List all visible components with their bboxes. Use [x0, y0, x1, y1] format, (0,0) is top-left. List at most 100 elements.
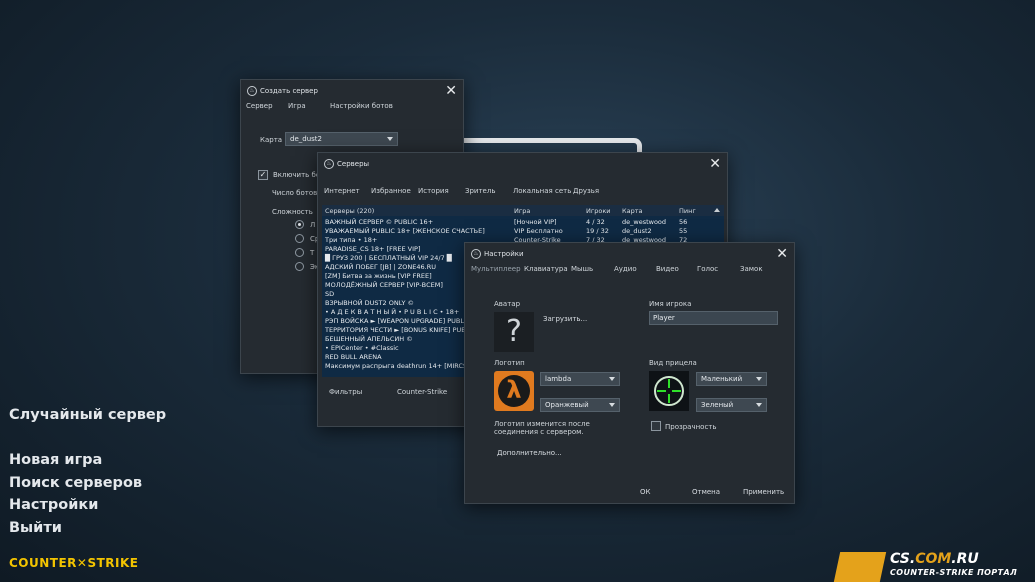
server-cell-name: • EPICenter • #Classic [325, 344, 399, 352]
ok-button[interactable]: ОК [640, 488, 650, 496]
upload-avatar-button[interactable]: Загрузить... [543, 315, 587, 323]
cancel-button[interactable]: Отмена [692, 488, 720, 496]
server-row[interactable]: УВАЖАЕМЫЙ PUBLIC 18+ [ЖЕНСКОЕ СЧАСТЬЕ] VI… [322, 227, 724, 236]
menu-settings[interactable]: Настройки [9, 497, 98, 513]
menu-find-servers[interactable]: Поиск серверов [9, 475, 142, 491]
tab-favorites[interactable]: Избранное [371, 187, 411, 195]
crosshair-size-select[interactable]: Маленький [696, 372, 767, 386]
player-name-input[interactable]: Player [649, 311, 778, 325]
crosshair-line [668, 379, 670, 388]
column-header-ping[interactable]: Пинг [679, 207, 696, 215]
difficulty-radio-easy[interactable] [295, 220, 304, 229]
crosshair-line [668, 394, 670, 403]
crosshair-size-value: Маленький [701, 375, 743, 383]
player-name-label: Имя игрока [649, 300, 692, 308]
settings-titlebar[interactable]: ♨ Настройки ✕ [465, 243, 794, 267]
difficulty-radio-expert[interactable] [295, 262, 304, 271]
chevron-down-icon [609, 377, 615, 381]
difficulty-radio-label: Т [310, 249, 315, 257]
server-cell-name: ТЕРРИТОРИЯ ЧЕСТИ ► [BONUS KNIFE] PUBL [325, 326, 470, 334]
difficulty-radio-hard[interactable] [295, 248, 304, 257]
logo-color-select-value: Оранжевый [545, 401, 589, 409]
tab-lan[interactable]: Локальная сеть [513, 187, 571, 195]
tab-video[interactable]: Видео [656, 265, 679, 273]
steam-icon: ♨ [324, 159, 334, 169]
tab-keyboard[interactable]: Клавиатура [524, 265, 568, 273]
column-header-servers[interactable]: Серверы (220) [325, 207, 374, 215]
logo-label: Логотип [494, 359, 525, 367]
decorative-line [462, 138, 642, 152]
tab-multiplayer[interactable]: Мультиплеер [471, 265, 521, 273]
brand-prefix: CS. [890, 551, 916, 567]
server-row[interactable]: ВАЖНЫЙ СЕРВЕР © PUBLIC 16+ [Ночной VIP] 4 … [322, 218, 724, 227]
tab-history[interactable]: История [418, 187, 449, 195]
crosshair-preview [649, 371, 689, 411]
tab-audio[interactable]: Аудио [614, 265, 637, 273]
logo-color-select[interactable]: Оранжевый [540, 398, 620, 412]
server-cell-name: RED BULL ARENA [325, 353, 382, 361]
transparency-checkbox[interactable] [651, 421, 661, 431]
difficulty-radio-normal[interactable] [295, 234, 304, 243]
tab-spectate[interactable]: Зритель [465, 187, 495, 195]
map-select-value: de_dust2 [290, 135, 322, 143]
avatar: ? [494, 312, 534, 352]
tab-bot-settings[interactable]: Настройки ботов [330, 102, 393, 110]
tab-lock[interactable]: Замок [740, 265, 763, 273]
settings-tabs: Мультиплеер Клавиатура Мышь Аудио Видео … [465, 265, 796, 277]
crosshair-line [657, 390, 666, 392]
server-cell-players: 19 / 32 [586, 227, 609, 235]
menu-random-server[interactable]: Случайный сервер [9, 407, 166, 423]
steam-icon: ♨ [471, 249, 481, 259]
advanced-button[interactable]: Дополнительно... [497, 449, 562, 457]
server-cell-name: АДСКИЙ ПОБЕГ [JB] | ZONE46.RU [325, 263, 436, 271]
server-cell-game: [Ночной VIP] [514, 218, 557, 226]
tab-mouse[interactable]: Мышь [571, 265, 593, 273]
avatar-label: Аватар [494, 300, 521, 308]
logo-note: Логотип изменится после соединения с сер… [494, 420, 590, 436]
apply-button[interactable]: Применить [743, 488, 784, 496]
brand-subtitle: COUNTER-STRIKE ПОРТАЛ [890, 568, 1018, 577]
server-cell-map: de_dust2 [622, 227, 652, 235]
logo-select-value: lambda [545, 375, 572, 383]
tab-internet[interactable]: Интернет [324, 187, 360, 195]
crosshair-label: Вид прицела [649, 359, 697, 367]
close-icon[interactable]: ✕ [776, 246, 788, 262]
server-cell-game: VIP Бесплатно [514, 227, 563, 235]
servers-titlebar[interactable]: ♨ Серверы ✕ [318, 153, 727, 177]
menu-exit[interactable]: Выйти [9, 520, 62, 536]
server-cell-ping: 55 [679, 227, 688, 235]
enable-bots-checkbox[interactable]: ✓ [258, 170, 268, 180]
create-server-titlebar[interactable]: ♨ Создать сервер ✕ [241, 80, 463, 104]
server-cell-name: Три типа • 18+ [325, 236, 378, 244]
settings-title: Настройки [484, 250, 524, 258]
chevron-down-icon [387, 137, 393, 141]
column-header-map[interactable]: Карта [622, 207, 643, 215]
logo-select[interactable]: lambda [540, 372, 620, 386]
menu-new-game[interactable]: Новая игра [9, 452, 102, 468]
filters-button[interactable]: Фильтры [329, 388, 362, 396]
crosshair-color-select[interactable]: Зеленый [696, 398, 767, 412]
tab-voice[interactable]: Голос [697, 265, 718, 273]
chevron-down-icon [756, 403, 762, 407]
brand-badge-icon [833, 552, 887, 582]
column-header-game[interactable]: Игра [514, 207, 530, 215]
tab-server[interactable]: Сервер [246, 102, 273, 110]
crosshair-line [672, 390, 681, 392]
server-cell-name: РЭП ВОЙСКА ► [WEAPON UPGRADE] PUBLIC [325, 317, 471, 325]
server-cell-name: [ZM] Битва за жизнь [VIP FREE] [325, 272, 432, 280]
close-icon[interactable]: ✕ [445, 83, 457, 99]
column-header-players[interactable]: Игроки [586, 207, 611, 215]
scroll-up-icon[interactable] [714, 208, 720, 212]
server-cell-name: • А Д Е К В А Т Н Ы Й • P U B L I C • 18… [325, 308, 460, 316]
difficulty-radio-label: Л [310, 221, 316, 229]
steam-icon: ♨ [247, 86, 257, 96]
map-select[interactable]: de_dust2 [285, 132, 398, 146]
create-server-title: Создать сервер [260, 87, 318, 95]
chevron-down-icon [609, 403, 615, 407]
close-icon[interactable]: ✕ [709, 156, 721, 172]
tab-game[interactable]: Игра [288, 102, 306, 110]
settings-window: ♨ Настройки ✕ Мультиплеер Клавиатура Мыш… [464, 242, 795, 504]
server-cell-name: PARADISE_CS 18+ [FREE VIP] [325, 245, 421, 253]
servers-tabs: Интернет Избранное История Зритель Локал… [318, 187, 729, 199]
tab-friends[interactable]: Друзья [573, 187, 599, 195]
